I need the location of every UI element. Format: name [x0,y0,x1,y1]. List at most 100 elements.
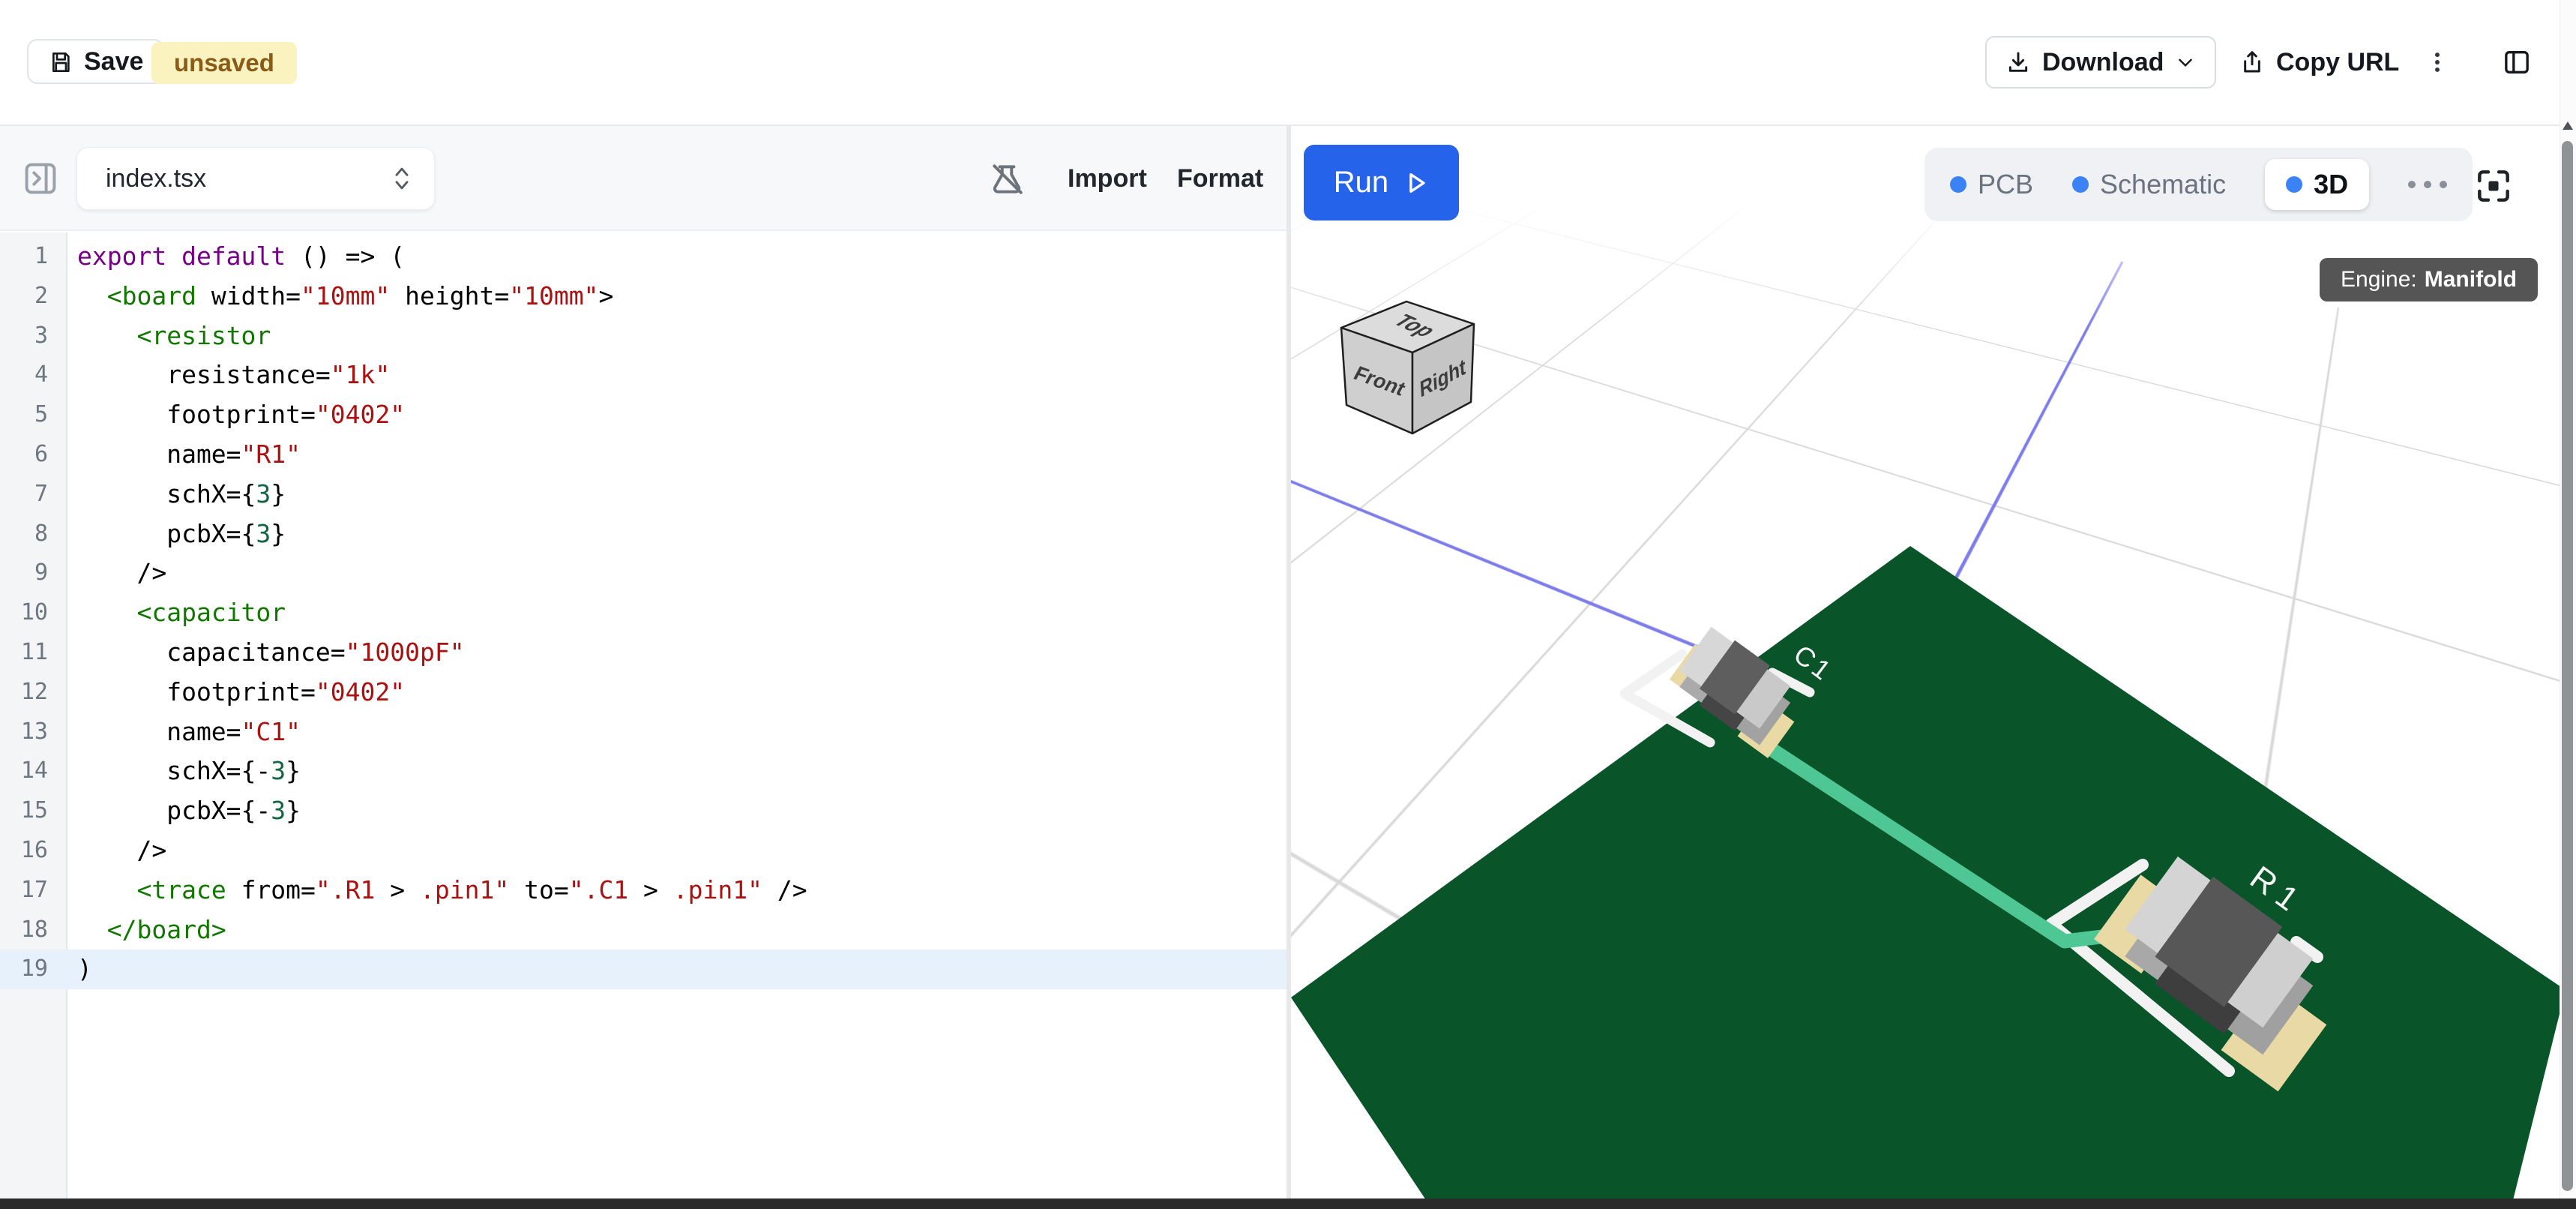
code-line[interactable]: 6 name="R1" [0,435,1287,475]
run-label: Run [1334,166,1388,200]
kebab-icon [2425,50,2450,75]
line-number: 15 [0,791,67,831]
code-line[interactable]: 17 <trace from=".R1 > .pin1" to=".C1 > .… [0,871,1287,910]
code-text: name="C1" [67,712,301,752]
play-icon [1403,170,1429,196]
toggle-right-panel-button[interactable] [2497,42,2537,82]
code-lines[interactable]: 1export default () => (2 <board width="1… [0,237,1287,989]
code-line[interactable]: 10 <capacitor [0,593,1287,633]
code-text: resistance="1k" [67,356,390,395]
flask-off-icon[interactable] [988,160,1026,198]
scrollbar-up-arrow-icon[interactable] [2563,122,2573,130]
code-line[interactable]: 5 footprint="0402" [0,395,1287,435]
line-number: 16 [0,831,67,871]
code-line[interactable]: 3 <resistor [0,316,1287,356]
file-select[interactable]: index.tsx [76,147,435,210]
tab-pcb[interactable]: PCB [1950,169,2033,200]
code-line[interactable]: 15 pcbX={-3} [0,791,1287,831]
line-number: 2 [0,277,67,316]
code-text: /> [67,831,166,871]
code-text: <board width="10mm" height="10mm"> [67,277,613,316]
code-line[interactable]: 9 /> [0,554,1287,593]
panel-resize-handle[interactable] [1287,126,1291,1200]
code-text: footprint="0402" [67,395,405,435]
download-button[interactable]: Download [1985,36,2216,88]
line-number: 3 [0,316,67,356]
share-icon [2240,50,2264,74]
code-text: capacitance="1000pF" [67,633,465,673]
line-number: 6 [0,435,67,475]
download-label: Download [2042,48,2164,77]
code-area[interactable]: 1export default () => (2 <board width="1… [0,232,1287,1200]
line-number: 14 [0,752,67,791]
tab-dot-icon [2286,176,2302,193]
circuit-viewer-panel[interactable]: C1 R1 Top Front Right Run PCBSchematic3D [1291,126,2576,1200]
code-text: ) [67,950,92,989]
line-number: 11 [0,633,67,673]
save-button[interactable]: Save [27,39,164,84]
code-text: pcbX={3} [67,514,286,554]
code-text: /> [67,554,166,593]
code-line[interactable]: 2 <board width="10mm" height="10mm"> [0,277,1287,316]
tab-label: 3D [2314,169,2348,200]
copy-url-label: Copy URL [2276,48,2399,77]
code-line[interactable]: 19) [0,950,1287,989]
code-text: export default () => ( [67,237,405,277]
chevron-down-icon [2176,52,2195,72]
line-number: 19 [0,950,67,989]
line-number: 13 [0,712,67,752]
more-options-button[interactable] [2419,44,2456,81]
code-text: <trace from=".R1 > .pin1" to=".C1 > .pin… [67,871,807,910]
code-line[interactable]: 14 schX={-3} [0,752,1287,791]
line-number: 18 [0,910,67,950]
view-tabs: PCB Schematic 3D [1925,148,2473,221]
line-number: 12 [0,673,67,712]
fullscreen-icon [2473,165,2515,207]
code-line[interactable]: 8 pcbX={3} [0,514,1287,554]
code-line[interactable]: 4 resistance="1k" [0,356,1287,395]
view-cube[interactable]: Top Front Right [1341,302,1474,434]
code-line[interactable]: 11 capacitance="1000pF" [0,633,1287,673]
code-text: footprint="0402" [67,673,405,712]
line-number: 5 [0,395,67,435]
engine-badge: Engine: Manifold [2320,258,2538,302]
download-icon [2006,50,2030,74]
import-button[interactable]: Import [1057,156,1158,201]
file-name: index.tsx [106,164,392,194]
run-button[interactable]: Run [1304,145,1459,220]
unsaved-badge: unsaved [151,42,297,84]
save-label: Save [84,47,143,76]
tabs-more-button[interactable] [2408,181,2447,188]
code-line[interactable]: 1export default () => ( [0,237,1287,277]
fullscreen-button[interactable] [2473,165,2515,207]
code-line[interactable]: 18 </board> [0,910,1287,950]
tab-schematic[interactable]: Schematic [2072,169,2226,200]
line-number: 8 [0,514,67,554]
code-line[interactable]: 13 name="C1" [0,712,1287,752]
tab-label: Schematic [2100,169,2226,200]
editor-toolbar: index.tsx Import Format [0,126,1287,231]
code-text: </board> [67,910,226,950]
code-line[interactable]: 12 footprint="0402" [0,673,1287,712]
panel-right-icon [2502,47,2532,77]
code-text: schX={-3} [67,752,301,791]
engine-label: Engine: [2341,267,2417,292]
line-number: 10 [0,593,67,633]
pcb-board [1291,546,2566,1200]
tab-dot-icon [2072,176,2089,193]
tab-dot-icon [1950,176,1966,193]
format-button[interactable]: Format [1167,156,1274,201]
code-text: pcbX={-3} [67,791,301,831]
window-scrollbar-thumb[interactable] [2562,141,2573,1191]
copy-url-button[interactable]: Copy URL [2231,36,2408,88]
code-text: name="R1" [67,435,301,475]
tab-3d[interactable]: 3D [2265,159,2369,210]
code-line[interactable]: 16 /> [0,831,1287,871]
dots-horizontal-icon [2408,181,2416,188]
code-line[interactable]: 7 schX={3} [0,475,1287,514]
line-number: 4 [0,356,67,395]
code-editor-panel: index.tsx Import Format 1export default … [0,126,1287,1200]
tab-label: PCB [1978,169,2033,200]
expand-sidebar-button[interactable] [21,159,60,198]
line-number: 17 [0,871,67,910]
